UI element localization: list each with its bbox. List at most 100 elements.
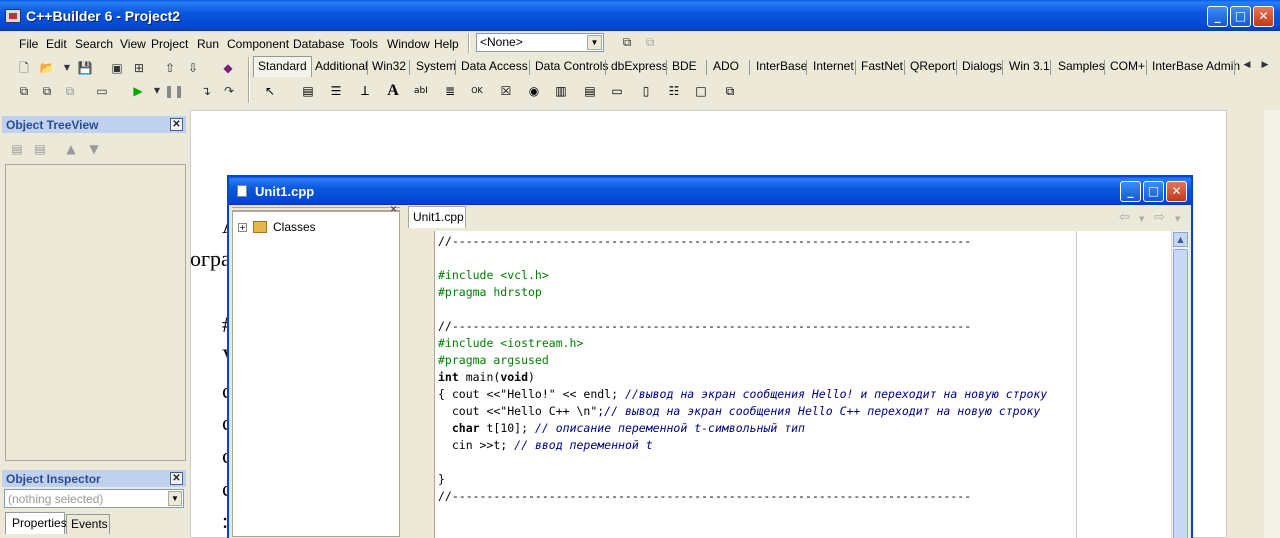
palette-tab-complus[interactable]: COM+ xyxy=(1110,59,1145,76)
code-line[interactable]: } xyxy=(438,472,445,486)
scroll-up-icon[interactable]: ▲ xyxy=(1173,232,1188,247)
code-line[interactable]: #include <iostream.h> xyxy=(438,336,583,350)
save-all-icon[interactable]: ▣ xyxy=(107,59,127,77)
file-tab-unit1[interactable]: Unit1.cpp xyxy=(408,206,466,228)
menu-search[interactable]: Search xyxy=(75,37,113,51)
save-icon[interactable]: 💾 xyxy=(75,59,95,77)
code-line[interactable]: char t[10]; // описание переменной t-сим… xyxy=(438,421,805,435)
object-treeview-close-icon[interactable]: ✕ xyxy=(170,118,183,131)
radiogroup-component-icon[interactable]: ☷ xyxy=(664,81,684,101)
desktop-save-icon[interactable]: ⧉ xyxy=(617,33,637,51)
scroll-thumb[interactable] xyxy=(1173,249,1188,538)
back-dropdown-icon[interactable]: ▼ xyxy=(1139,215,1144,223)
menu-edit[interactable]: Edit xyxy=(46,37,67,51)
code-line[interactable]: int main(void) xyxy=(438,370,535,384)
code-area[interactable]: //--------------------------------------… xyxy=(435,231,1177,538)
object-selector-combo[interactable]: (nothing selected) ▼ xyxy=(4,489,184,508)
run-icon[interactable]: ▶ xyxy=(128,82,148,100)
menu-help[interactable]: Help xyxy=(434,37,459,51)
palette-tab-dialogs[interactable]: Dialogs xyxy=(962,59,1002,76)
code-line[interactable]: #pragma argsused xyxy=(438,353,549,367)
palette-tab-standard[interactable]: Standard xyxy=(253,56,312,77)
step-over-icon[interactable]: ↷ xyxy=(219,82,239,100)
tree-node-classes[interactable]: Classes xyxy=(273,220,316,234)
code-line[interactable]: //--------------------------------------… xyxy=(438,234,971,248)
delete-item-icon[interactable]: ▤ xyxy=(30,140,50,158)
checkbox-component-icon[interactable]: ☒ xyxy=(496,81,516,101)
menu-run[interactable]: Run xyxy=(197,37,219,51)
document-scrollbar[interactable] xyxy=(1264,110,1280,538)
pointer-icon[interactable]: ↖ xyxy=(260,81,280,101)
listbox-component-icon[interactable]: ▥ xyxy=(551,81,571,101)
palette-tab-system[interactable]: System xyxy=(416,59,456,76)
class-explorer[interactable]: + Classes xyxy=(232,211,400,537)
code-line[interactable]: //--------------------------------------… xyxy=(438,489,971,503)
minimize-button[interactable]: _ xyxy=(1207,6,1228,27)
object-inspector-title[interactable]: Object Inspector ✕ xyxy=(2,470,186,487)
editor-maximize-button[interactable]: □ xyxy=(1143,181,1164,202)
back-arrow-icon[interactable]: ⇦ xyxy=(1119,210,1130,225)
forward-dropdown-icon[interactable]: ▼ xyxy=(1175,215,1180,223)
menu-tools[interactable]: Tools xyxy=(350,37,378,51)
palette-scroll-left-icon[interactable]: ◀ xyxy=(1240,56,1254,74)
palette-tab-win32[interactable]: Win32 xyxy=(372,59,406,76)
object-treeview-title[interactable]: Object TreeView ✕ xyxy=(2,116,186,133)
groupbox-component-icon[interactable]: ▯ xyxy=(636,81,656,101)
chevron-down-icon[interactable]: ▼ xyxy=(587,35,602,50)
menu-database[interactable]: Database xyxy=(293,37,344,51)
editor-vertical-scrollbar[interactable]: ▲ xyxy=(1171,231,1189,538)
object-treeview-tree[interactable] xyxy=(5,164,186,461)
open-dropdown-icon[interactable]: ▼ xyxy=(57,59,77,77)
maximize-button[interactable]: □ xyxy=(1230,6,1251,27)
menu-project[interactable]: Project xyxy=(151,37,188,51)
chevron-down-icon[interactable]: ▼ xyxy=(168,491,182,506)
menu-view[interactable]: View xyxy=(120,37,146,51)
menu-window[interactable]: Window xyxy=(387,37,430,51)
palette-tab-interbase[interactable]: InterBase xyxy=(756,59,807,76)
label-component-icon[interactable]: ꓕ xyxy=(355,81,375,101)
move-up-icon[interactable]: ▲ xyxy=(61,140,81,158)
view-form-icon[interactable]: ⧉ xyxy=(37,82,57,100)
memo-component-icon[interactable]: ≣ xyxy=(440,81,460,101)
palette-tab-bde[interactable]: BDE xyxy=(672,59,697,76)
palette-tab-win31[interactable]: Win 3.1 xyxy=(1009,59,1050,76)
configuration-combo[interactable]: <None> ▼ xyxy=(476,33,604,52)
open-project-icon[interactable]: ⊞ xyxy=(129,59,149,77)
editor-title-bar[interactable]: Unit1.cpp _ □ ✕ xyxy=(229,177,1191,205)
pause-icon[interactable]: ❚❚ xyxy=(164,82,184,100)
panel-component-icon[interactable]: □ xyxy=(691,81,711,101)
label-a-component-icon[interactable]: A xyxy=(383,81,403,101)
add-to-project-icon[interactable]: ⇧ xyxy=(160,59,180,77)
menu-file[interactable]: File xyxy=(19,37,38,51)
desktop-options-icon[interactable]: ⧉ xyxy=(640,33,660,51)
remove-from-project-icon[interactable]: ⇩ xyxy=(183,59,203,77)
tab-events[interactable]: Events xyxy=(66,514,110,534)
palette-tab-data-controls[interactable]: Data Controls xyxy=(535,59,608,76)
code-line[interactable]: #pragma hdrstop xyxy=(438,285,542,299)
code-line[interactable]: //--------------------------------------… xyxy=(438,319,971,333)
toggle-form-unit-icon[interactable]: ⧉ xyxy=(60,82,80,100)
palette-tab-samples[interactable]: Samples xyxy=(1058,59,1105,76)
tab-properties[interactable]: Properties xyxy=(5,512,67,534)
palette-tab-qreport[interactable]: QReport xyxy=(910,59,955,76)
editor-minimize-button[interactable]: _ xyxy=(1120,181,1141,202)
mainmenu-component-icon[interactable]: ▤ xyxy=(298,81,318,101)
popupmenu-component-icon[interactable]: ☰ xyxy=(326,81,346,101)
app-title-bar[interactable]: C++Builder 6 - Project2 _ □ ✕ xyxy=(0,0,1280,31)
open-file-icon[interactable]: 📂 xyxy=(37,59,57,77)
combobox-component-icon[interactable]: ▤ xyxy=(580,81,600,101)
expand-icon[interactable]: + xyxy=(238,223,247,232)
edit-component-icon[interactable]: abI xyxy=(411,81,431,101)
forward-arrow-icon[interactable]: ⇨ xyxy=(1154,210,1165,225)
button-component-icon[interactable]: OK xyxy=(467,81,487,101)
object-inspector-close-icon[interactable]: ✕ xyxy=(170,472,183,485)
new-form-icon[interactable]: ▭ xyxy=(92,82,112,100)
palette-tab-fastnet[interactable]: FastNet xyxy=(861,59,903,76)
close-button[interactable]: ✕ xyxy=(1253,6,1274,27)
help-contents-icon[interactable]: ◆ xyxy=(218,59,238,77)
code-line[interactable]: #include <vcl.h> xyxy=(438,268,549,282)
radiobutton-component-icon[interactable]: ◉ xyxy=(524,81,544,101)
palette-scroll-right-icon[interactable]: ▶ xyxy=(1258,56,1272,74)
editor-close-button[interactable]: ✕ xyxy=(1166,181,1187,202)
scrollbar-component-icon[interactable]: ▭ xyxy=(607,81,627,101)
